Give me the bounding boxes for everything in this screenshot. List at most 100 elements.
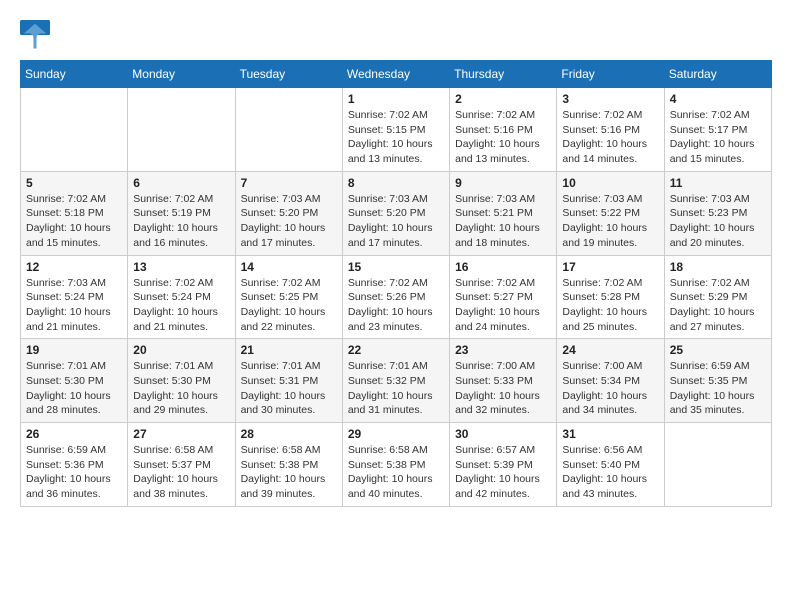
day-info: Sunrise: 7:02 AMSunset: 5:24 PMDaylight:… <box>133 276 229 335</box>
calendar-week-row: 26Sunrise: 6:59 AMSunset: 5:36 PMDayligh… <box>21 423 772 507</box>
calendar-day-cell: 25 Sunrise: 6:59 AMSunset: 5:35 PMDayligh… <box>664 339 771 423</box>
day-number: 16 <box>455 260 551 274</box>
day-number: 17 <box>562 260 658 274</box>
calendar-day-cell <box>664 423 771 507</box>
day-info: Sunrise: 6:58 AMSunset: 5:38 PMDaylight:… <box>348 443 444 502</box>
calendar-day-cell: 18 Sunrise: 7:02 AMSunset: 5:29 PMDayligh… <box>664 255 771 339</box>
day-number: 5 <box>26 176 122 190</box>
calendar-week-row: 5Sunrise: 7:02 AMSunset: 5:18 PMDaylight… <box>21 171 772 255</box>
day-number: 27 <box>133 427 229 441</box>
calendar-table: SundayMondayTuesdayWednesdayThursdayFrid… <box>20 60 772 507</box>
day-info: Sunrise: 7:03 AMSunset: 5:22 PMDaylight:… <box>562 192 658 251</box>
day-number: 3 <box>562 92 658 106</box>
day-info: Sunrise: 7:02 AMSunset: 5:25 PMDaylight:… <box>241 276 337 335</box>
weekday-header: Sunday <box>21 61 128 88</box>
day-info: Sunrise: 7:01 AMSunset: 5:32 PMDaylight:… <box>348 359 444 418</box>
day-info: Sunrise: 6:56 AMSunset: 5:40 PMDaylight:… <box>562 443 658 502</box>
day-info: Sunrise: 7:02 AMSunset: 5:27 PMDaylight:… <box>455 276 551 335</box>
day-number: 21 <box>241 343 337 357</box>
day-number: 4 <box>670 92 766 106</box>
weekday-header: Thursday <box>450 61 557 88</box>
day-info: Sunrise: 7:03 AMSunset: 5:20 PMDaylight:… <box>241 192 337 251</box>
day-info: Sunrise: 6:58 AMSunset: 5:38 PMDaylight:… <box>241 443 337 502</box>
day-number: 14 <box>241 260 337 274</box>
calendar-day-cell: 8 Sunrise: 7:03 AMSunset: 5:20 PMDaylight… <box>342 171 449 255</box>
weekday-header: Saturday <box>664 61 771 88</box>
calendar-day-cell: 20 Sunrise: 7:01 AMSunset: 5:30 PMDayligh… <box>128 339 235 423</box>
day-info: Sunrise: 6:59 AMSunset: 5:35 PMDaylight:… <box>670 359 766 418</box>
calendar-day-cell: 27 Sunrise: 6:58 AMSunset: 5:37 PMDayligh… <box>128 423 235 507</box>
day-number: 13 <box>133 260 229 274</box>
page-header <box>20 20 772 50</box>
calendar-day-cell: 14 Sunrise: 7:02 AMSunset: 5:25 PMDayligh… <box>235 255 342 339</box>
day-info: Sunrise: 7:02 AMSunset: 5:28 PMDaylight:… <box>562 276 658 335</box>
calendar-day-cell: 9Sunrise: 7:03 AMSunset: 5:21 PMDaylight… <box>450 171 557 255</box>
calendar-day-cell: 15 Sunrise: 7:02 AMSunset: 5:26 PMDayligh… <box>342 255 449 339</box>
calendar-day-cell: 5Sunrise: 7:02 AMSunset: 5:18 PMDaylight… <box>21 171 128 255</box>
calendar-day-cell: 6 Sunrise: 7:02 AMSunset: 5:19 PMDaylight… <box>128 171 235 255</box>
weekday-header: Tuesday <box>235 61 342 88</box>
calendar-day-cell: 29 Sunrise: 6:58 AMSunset: 5:38 PMDayligh… <box>342 423 449 507</box>
calendar-day-cell <box>128 88 235 172</box>
day-info: Sunrise: 7:01 AMSunset: 5:30 PMDaylight:… <box>133 359 229 418</box>
calendar-day-cell: 22Sunrise: 7:01 AMSunset: 5:32 PMDayligh… <box>342 339 449 423</box>
day-info: Sunrise: 7:03 AMSunset: 5:23 PMDaylight:… <box>670 192 766 251</box>
calendar-body: 1Sunrise: 7:02 AMSunset: 5:15 PMDaylight… <box>21 88 772 507</box>
day-number: 7 <box>241 176 337 190</box>
calendar-day-cell: 2 Sunrise: 7:02 AMSunset: 5:16 PMDaylight… <box>450 88 557 172</box>
calendar-day-cell: 30 Sunrise: 6:57 AMSunset: 5:39 PMDayligh… <box>450 423 557 507</box>
day-info: Sunrise: 6:57 AMSunset: 5:39 PMDaylight:… <box>455 443 551 502</box>
calendar-week-row: 12Sunrise: 7:03 AMSunset: 5:24 PMDayligh… <box>21 255 772 339</box>
calendar-day-cell: 13 Sunrise: 7:02 AMSunset: 5:24 PMDayligh… <box>128 255 235 339</box>
calendar-day-cell: 4Sunrise: 7:02 AMSunset: 5:17 PMDaylight… <box>664 88 771 172</box>
calendar-week-row: 1Sunrise: 7:02 AMSunset: 5:15 PMDaylight… <box>21 88 772 172</box>
day-info: Sunrise: 7:02 AMSunset: 5:26 PMDaylight:… <box>348 276 444 335</box>
calendar-day-cell: 31 Sunrise: 6:56 AMSunset: 5:40 PMDayligh… <box>557 423 664 507</box>
day-number: 29 <box>348 427 444 441</box>
day-info: Sunrise: 7:03 AMSunset: 5:21 PMDaylight:… <box>455 192 551 251</box>
weekday-header: Wednesday <box>342 61 449 88</box>
calendar-day-cell: 19Sunrise: 7:01 AMSunset: 5:30 PMDayligh… <box>21 339 128 423</box>
day-info: Sunrise: 7:02 AMSunset: 5:16 PMDaylight:… <box>562 108 658 167</box>
day-number: 30 <box>455 427 551 441</box>
calendar-day-cell <box>235 88 342 172</box>
calendar-day-cell: 1Sunrise: 7:02 AMSunset: 5:15 PMDaylight… <box>342 88 449 172</box>
calendar-day-cell: 23 Sunrise: 7:00 AMSunset: 5:33 PMDayligh… <box>450 339 557 423</box>
day-number: 24 <box>562 343 658 357</box>
day-number: 8 <box>348 176 444 190</box>
day-info: Sunrise: 6:58 AMSunset: 5:37 PMDaylight:… <box>133 443 229 502</box>
day-info: Sunrise: 7:02 AMSunset: 5:19 PMDaylight:… <box>133 192 229 251</box>
day-info: Sunrise: 7:02 AMSunset: 5:16 PMDaylight:… <box>455 108 551 167</box>
day-number: 6 <box>133 176 229 190</box>
day-number: 20 <box>133 343 229 357</box>
calendar-day-cell: 17 Sunrise: 7:02 AMSunset: 5:28 PMDayligh… <box>557 255 664 339</box>
calendar-day-cell: 7 Sunrise: 7:03 AMSunset: 5:20 PMDaylight… <box>235 171 342 255</box>
day-number: 23 <box>455 343 551 357</box>
day-number: 15 <box>348 260 444 274</box>
day-number: 18 <box>670 260 766 274</box>
day-info: Sunrise: 7:03 AMSunset: 5:24 PMDaylight:… <box>26 276 122 335</box>
logo-icon <box>20 20 50 50</box>
day-number: 2 <box>455 92 551 106</box>
day-info: Sunrise: 7:03 AMSunset: 5:20 PMDaylight:… <box>348 192 444 251</box>
day-info: Sunrise: 6:59 AMSunset: 5:36 PMDaylight:… <box>26 443 122 502</box>
day-info: Sunrise: 7:00 AMSunset: 5:33 PMDaylight:… <box>455 359 551 418</box>
logo <box>20 20 54 50</box>
calendar-week-row: 19 Sunrise: 7:01 AMSunset: 5:30 PMDayligh… <box>21 339 772 423</box>
calendar-day-cell: 3 Sunrise: 7:02 AMSunset: 5:16 PMDaylight… <box>557 88 664 172</box>
day-number: 31 <box>562 427 658 441</box>
day-info: Sunrise: 7:02 AMSunset: 5:29 PMDaylight:… <box>670 276 766 335</box>
calendar-day-cell <box>21 88 128 172</box>
calendar-day-cell: 28Sunrise: 6:58 AMSunset: 5:38 PMDayligh… <box>235 423 342 507</box>
calendar-day-cell: 12Sunrise: 7:03 AMSunset: 5:24 PMDayligh… <box>21 255 128 339</box>
day-info: Sunrise: 7:01 AMSunset: 5:31 PMDaylight:… <box>241 359 337 418</box>
day-number: 19 <box>26 343 122 357</box>
weekday-header: Monday <box>128 61 235 88</box>
calendar-day-cell: 24 Sunrise: 7:00 AMSunset: 5:34 PMDayligh… <box>557 339 664 423</box>
calendar-day-cell: 10Sunrise: 7:03 AMSunset: 5:22 PMDayligh… <box>557 171 664 255</box>
calendar-day-cell: 11Sunrise: 7:03 AMSunset: 5:23 PMDayligh… <box>664 171 771 255</box>
day-info: Sunrise: 7:00 AMSunset: 5:34 PMDaylight:… <box>562 359 658 418</box>
day-number: 25 <box>670 343 766 357</box>
calendar-day-cell: 26Sunrise: 6:59 AMSunset: 5:36 PMDayligh… <box>21 423 128 507</box>
weekday-header: Friday <box>557 61 664 88</box>
